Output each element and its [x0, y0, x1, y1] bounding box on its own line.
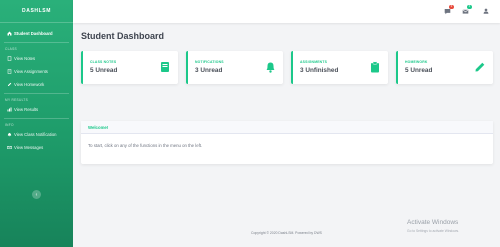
sidebar-item-view-class-notification[interactable]: View Class Notification [0, 128, 73, 141]
card-label: ASSIGNMENTS [300, 60, 328, 64]
welcome-panel: Welcome! To start, click on any of the f… [81, 121, 493, 164]
messages-badge: 0 [467, 5, 472, 9]
sidebar-item-label: View Homework [14, 82, 45, 87]
card-label: HOMEWORK [405, 60, 428, 64]
card-value: 3 Unfinished [300, 67, 339, 74]
sidebar-item-view-homework[interactable]: View Homework [0, 78, 73, 91]
welcome-title: Welcome! [81, 121, 493, 134]
assignment-icon [6, 69, 12, 74]
chat-button[interactable]: 0 [443, 5, 454, 15]
chart-icon [6, 107, 12, 112]
book-icon [159, 60, 171, 74]
notes-icon [6, 56, 12, 61]
activate-windows-subtitle: Go to Settings to activate Windows. [407, 229, 460, 233]
page-title: Student Dashboard [81, 31, 165, 41]
messages-button[interactable]: 0 [461, 5, 472, 15]
sidebar-item-view-messages[interactable]: View Messages [0, 141, 73, 154]
user-menu-button[interactable] [482, 7, 490, 15]
sidebar: DASHLSM Student Dashboard CLASS View Not… [0, 0, 73, 247]
sidebar-item-student-dashboard[interactable]: Student Dashboard [0, 27, 73, 40]
card-homework[interactable]: HOMEWORK 5 Unread [396, 51, 493, 84]
sidebar-toggle-button[interactable]: ‹ [32, 190, 41, 199]
chat-icon [444, 8, 450, 14]
sidebar-item-label: View Assignments [14, 69, 48, 74]
divider [4, 42, 69, 43]
sidebar-item-label: View Notes [14, 56, 36, 61]
sidebar-item-label: View Class Notification [14, 132, 57, 137]
card-value: 5 Unread [90, 67, 118, 74]
card-label: NOTIFICATIONS [195, 60, 224, 64]
card-value: 5 Unread [405, 67, 433, 74]
sidebar-item-label: View Messages [14, 145, 44, 150]
pencil-icon [6, 82, 12, 87]
home-icon [6, 31, 12, 36]
sidebar-item-label: View Results [14, 107, 39, 112]
brand-logo[interactable]: DASHLSM [0, 0, 73, 23]
welcome-text: To start, click on any of the functions … [88, 143, 203, 148]
card-value: 3 Unread [195, 67, 223, 74]
sidebar-item-view-results[interactable]: View Results [0, 103, 73, 116]
activate-windows-title: Activate Windows [407, 219, 459, 226]
user-icon [483, 8, 489, 14]
chat-badge: 0 [449, 5, 454, 9]
sidebar-item-view-notes[interactable]: View Notes [0, 52, 73, 65]
envelope-icon [6, 145, 12, 150]
chevron-left-icon: ‹ [35, 191, 38, 198]
divider [4, 93, 69, 94]
card-label: CLASS NOTES [90, 60, 117, 64]
card-assignments[interactable]: ASSIGNMENTS 3 Unfinished [291, 51, 388, 84]
sidebar-heading-class: CLASS [5, 47, 17, 51]
envelope-icon [462, 9, 468, 14]
card-class-notes[interactable]: CLASS NOTES 5 Unread [81, 51, 178, 84]
pencil-icon [474, 60, 486, 74]
bell-icon [264, 60, 276, 74]
sidebar-item-view-assignments[interactable]: View Assignments [0, 65, 73, 78]
sidebar-item-label: Student Dashboard [14, 31, 53, 36]
bell-icon [6, 132, 12, 137]
divider [4, 118, 69, 119]
clipboard-icon [369, 60, 381, 74]
sidebar-heading-info: INFO [5, 123, 14, 127]
sidebar-heading-results: MY RESULTS [5, 98, 29, 102]
topbar: 0 0 [73, 0, 500, 23]
card-notifications[interactable]: NOTIFICATIONS 3 Unread [186, 51, 283, 84]
